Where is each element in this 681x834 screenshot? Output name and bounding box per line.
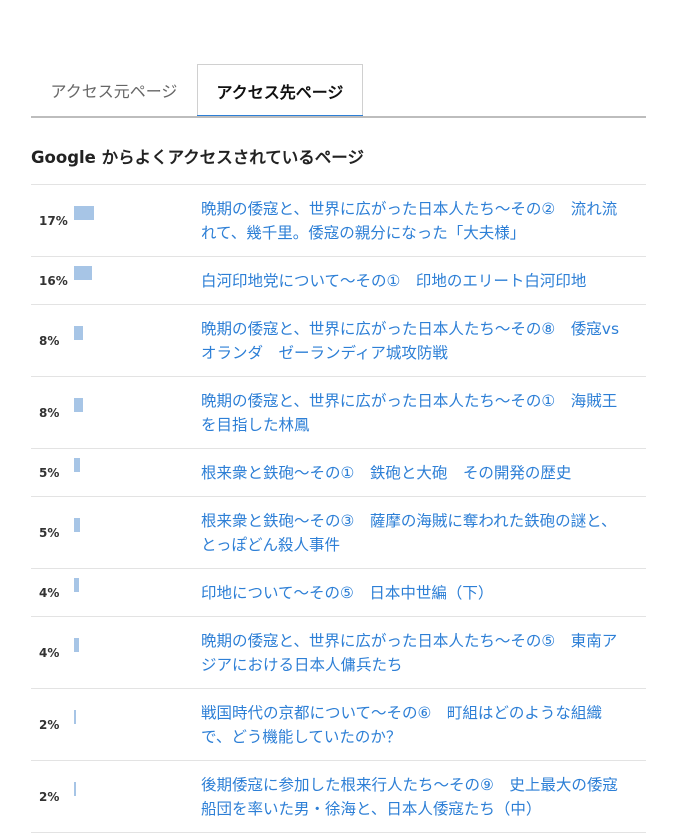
list-item: 17% 晩期の倭寇と、世界に広がった日本人たち〜その② 流れ流れて、幾千里。倭寇の…	[31, 185, 646, 257]
share-bar	[74, 206, 94, 220]
page-link[interactable]: 根来衆と鉄砲〜その③ 薩摩の海賊に奪われた鉄砲の謎と、とっぽどん殺人事件	[201, 509, 631, 557]
list-item: 2% 後期倭寇に参加した根来行人たち〜その⑨ 史上最大の倭寇船団を率いた男・徐海と…	[31, 761, 646, 833]
percent-label: 5%	[39, 466, 60, 480]
page-link[interactable]: 晩期の倭寇と、世界に広がった日本人たち〜その⑧ 倭寇vsオランダ ゼーランディア…	[201, 317, 631, 365]
page-link[interactable]: 印地について〜その⑤ 日本中世編（下）	[201, 581, 631, 605]
page-link[interactable]: 白河印地党について〜その① 印地のエリート白河印地	[201, 269, 631, 293]
list-item: 4% 晩期の倭寇と、世界に広がった日本人たち〜その⑤ 東南アジアにおける日本人傭兵…	[31, 617, 646, 689]
page-link[interactable]: 晩期の倭寇と、世界に広がった日本人たち〜その⑤ 東南アジアにおける日本人傭兵たち	[201, 629, 631, 677]
percent-label: 8%	[39, 406, 60, 420]
section-heading: Google からよくアクセスされているページ	[31, 148, 364, 167]
page-link[interactable]: 晩期の倭寇と、世界に広がった日本人たち〜その② 流れ流れて、幾千里。倭寇の親分に…	[201, 197, 631, 245]
share-bar	[74, 710, 76, 724]
tab-access-source[interactable]: アクセス元ページ	[31, 64, 197, 116]
share-bar	[74, 782, 76, 796]
share-bar	[74, 326, 83, 340]
share-bar	[74, 398, 83, 412]
list-item: 2% 戦国時代の京都について〜その⑥ 町組はどのような組織で、どう機能していたのか…	[31, 689, 646, 761]
percent-label: 4%	[39, 586, 60, 600]
percent-label: 4%	[39, 646, 60, 660]
percent-label: 16%	[39, 274, 68, 288]
tab-bar: アクセス元ページ アクセス先ページ	[31, 64, 646, 118]
share-bar	[74, 578, 79, 592]
share-bar	[74, 266, 92, 280]
page-list: 17% 晩期の倭寇と、世界に広がった日本人たち〜その② 流れ流れて、幾千里。倭寇の…	[31, 184, 646, 833]
tab-access-destination-label: アクセス先ページ	[216, 82, 344, 102]
percent-label: 2%	[39, 718, 60, 732]
list-item: 8% 晩期の倭寇と、世界に広がった日本人たち〜その① 海賊王を目指した林鳳	[31, 377, 646, 449]
page-link[interactable]: 戦国時代の京都について〜その⑥ 町組はどのような組織で、どう機能していたのか？	[201, 701, 631, 749]
tab-divider	[31, 116, 646, 118]
percent-label: 2%	[39, 790, 60, 804]
list-item: 5% 根来衆と鉄砲〜その① 鉄砲と大砲 その開発の歴史	[31, 449, 646, 497]
page-link[interactable]: 晩期の倭寇と、世界に広がった日本人たち〜その① 海賊王を目指した林鳳	[201, 389, 631, 437]
percent-label: 5%	[39, 526, 60, 540]
list-item: 4% 印地について〜その⑤ 日本中世編（下）	[31, 569, 646, 617]
percent-label: 8%	[39, 334, 60, 348]
list-item: 16% 白河印地党について〜その① 印地のエリート白河印地	[31, 257, 646, 305]
page-link[interactable]: 後期倭寇に参加した根来行人たち〜その⑨ 史上最大の倭寇船団を率いた男・徐海と、日…	[201, 773, 631, 821]
percent-label: 17%	[39, 214, 68, 228]
list-item: 5% 根来衆と鉄砲〜その③ 薩摩の海賊に奪われた鉄砲の謎と、とっぽどん殺人事件	[31, 497, 646, 569]
tab-access-destination[interactable]: アクセス先ページ	[197, 64, 363, 118]
share-bar	[74, 518, 80, 532]
list-item: 8% 晩期の倭寇と、世界に広がった日本人たち〜その⑧ 倭寇vsオランダ ゼーランデ…	[31, 305, 646, 377]
share-bar	[74, 458, 80, 472]
share-bar	[74, 638, 79, 652]
page-link[interactable]: 根来衆と鉄砲〜その① 鉄砲と大砲 その開発の歴史	[201, 461, 631, 485]
